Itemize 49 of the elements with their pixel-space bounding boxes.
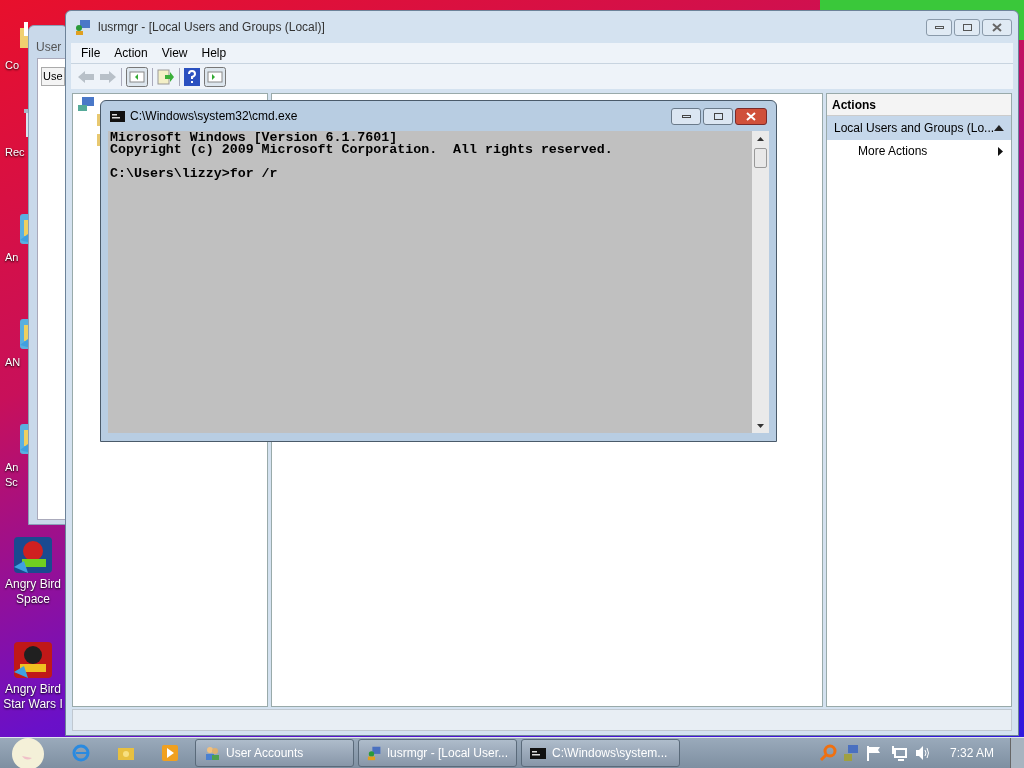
scroll-down-icon[interactable]	[757, 424, 764, 428]
close-button[interactable]	[735, 107, 767, 125]
tab[interactable]: Use	[41, 67, 65, 86]
window-title: User	[36, 39, 62, 56]
maximize-button[interactable]	[703, 107, 733, 125]
icon-label[interactable]: An	[5, 250, 19, 265]
folder-icon[interactable]	[118, 745, 134, 761]
minimize-button[interactable]	[671, 107, 701, 125]
show-desktop-button[interactable]	[1010, 737, 1024, 768]
menu-item[interactable]: Action	[108, 44, 154, 62]
submenu-icon[interactable]	[998, 146, 1003, 156]
close-icon[interactable]	[992, 22, 1002, 32]
computer-icon	[77, 96, 95, 112]
console-tree-icon[interactable]	[126, 66, 148, 87]
collapse-icon[interactable]	[994, 125, 1004, 131]
console-icon	[110, 110, 125, 122]
users-icon	[204, 745, 220, 761]
action-pane-icon[interactable]	[204, 66, 226, 87]
network-icon[interactable]	[890, 745, 907, 761]
volume-icon[interactable]	[914, 745, 931, 761]
pane-header: Actions	[827, 94, 1011, 116]
action-item[interactable]: More Actions	[827, 140, 1011, 162]
icon-label[interactable]: AN	[5, 355, 21, 370]
icon-label[interactable]: Angry Bird Star Wars I	[3, 682, 63, 712]
scroll-up-icon[interactable]	[757, 137, 764, 141]
section-header[interactable]: Local Users and Groups (Lo...	[827, 116, 1011, 140]
scroll-thumb[interactable]	[754, 148, 767, 168]
menu-item[interactable]: View	[155, 44, 194, 62]
window-title: C:\Windows\system32\cmd.exe	[130, 108, 298, 125]
maximize-button[interactable]	[954, 18, 980, 36]
minimize-button[interactable]	[926, 18, 952, 36]
users-computer-icon	[74, 18, 92, 36]
window-title: lusrmgr - [Local Users and Groups (Local)]	[98, 19, 325, 36]
menu-item[interactable]: Help	[195, 44, 233, 62]
start-button[interactable]	[10, 737, 46, 768]
console-icon	[530, 745, 546, 761]
icon-label[interactable]: Angry Bird Space	[5, 577, 61, 607]
console-output: Microsoft Windows [Version 6.1.7601] Copyright (c) 2009 Microsoft Corporation. All rights reserved. C:\Users\lizzy>for /r	[108, 131, 752, 433]
icon-label[interactable]: Co	[5, 58, 20, 73]
menu-item[interactable]: File	[75, 44, 107, 62]
close-button[interactable]	[982, 18, 1012, 36]
export-list-icon[interactable]	[157, 68, 175, 85]
icon-label[interactable]: An Sc	[5, 460, 19, 490]
scrollbar[interactable]	[752, 131, 769, 433]
media-player-icon[interactable]	[162, 745, 178, 761]
flag-icon[interactable]	[866, 745, 881, 761]
help-icon[interactable]	[184, 67, 200, 86]
users-computer-icon	[367, 745, 382, 761]
icon-label[interactable]: Rec	[5, 145, 25, 160]
